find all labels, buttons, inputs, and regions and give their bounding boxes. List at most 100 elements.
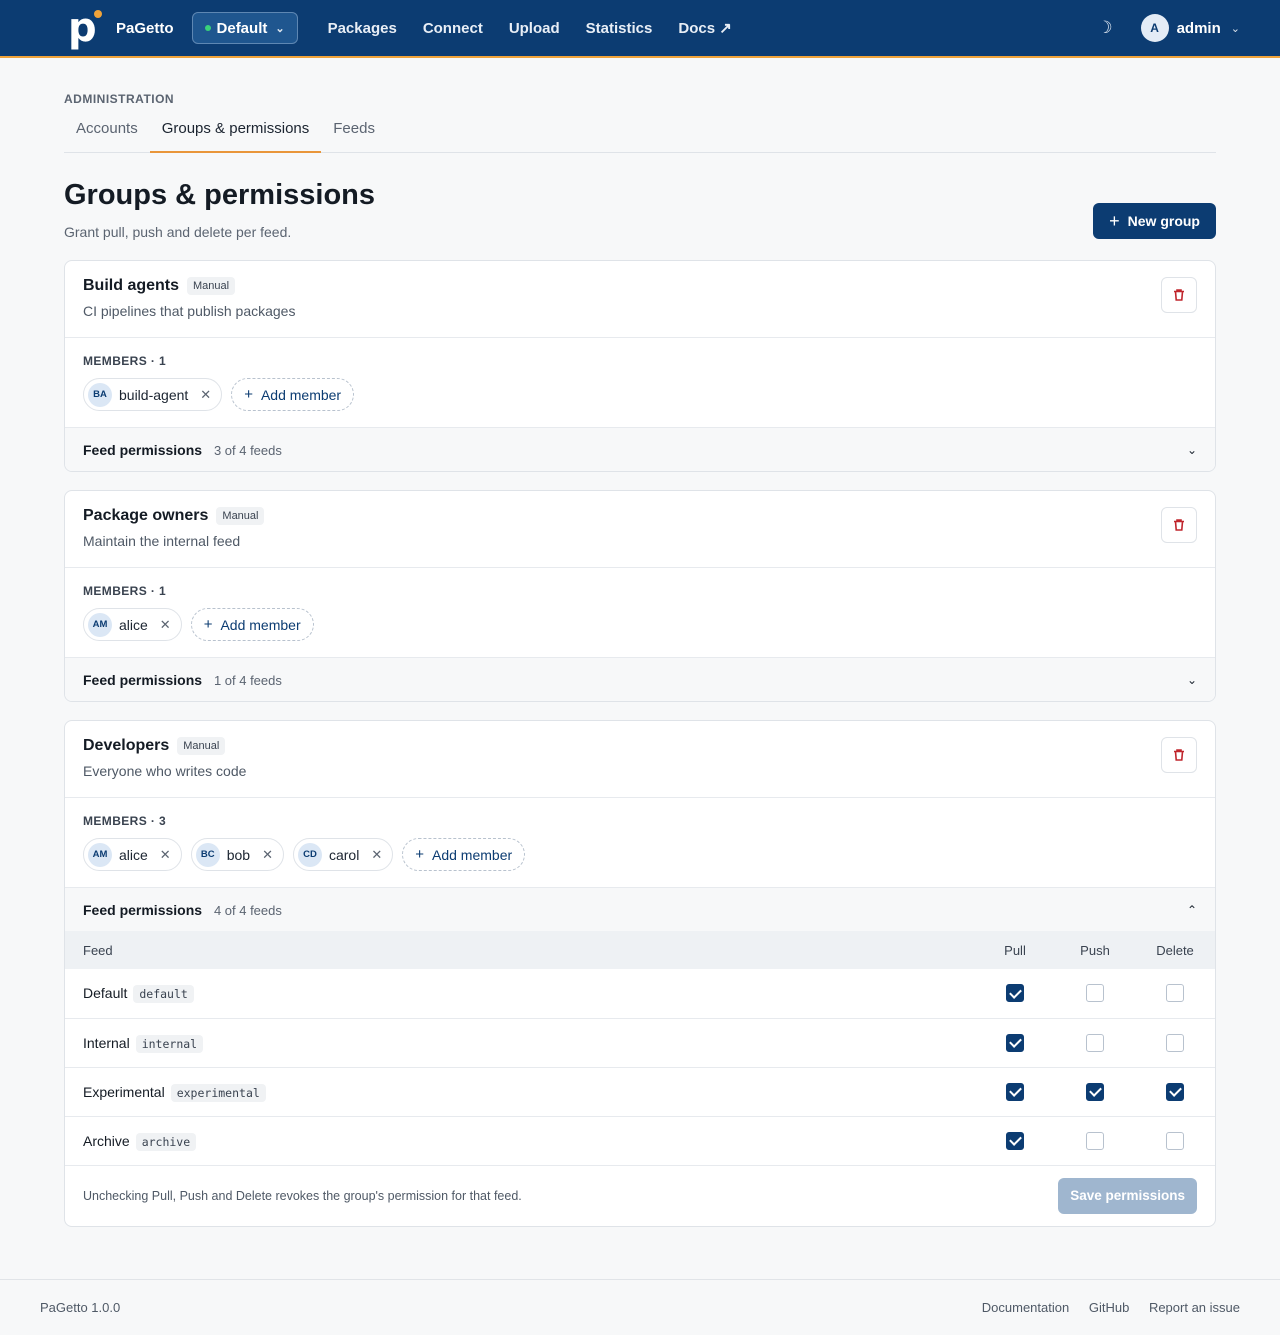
feed-permissions-toggle[interactable]: Feed permissions 3 of 4 feeds ⌄ [65,427,1215,471]
group-name: Build agents [83,277,180,294]
moon-icon[interactable]: ☽ [1097,18,1112,38]
pull-cell [975,1067,1055,1116]
delete-group-button[interactable] [1161,507,1197,543]
member-name: bob [226,846,251,863]
status-dot-icon [204,25,211,31]
add-member-label: Add member [260,386,342,403]
delete-checkbox[interactable] [1166,1082,1184,1101]
member-avatar: AM [88,842,112,867]
feed-cell: Internal internal [65,1018,975,1067]
save-permissions-button[interactable]: Save permissions [1058,1177,1197,1214]
delete-group-button[interactable] [1161,737,1197,773]
pull-checkbox[interactable] [1006,984,1024,1003]
feed-cell: Archive archive [65,1116,975,1165]
feed-slug: internal [135,1034,204,1053]
page-subtitle: Grant pull, push and delete per feed. [64,224,292,240]
new-group-button[interactable]: + New group [1093,203,1216,239]
footer-link-report-issue[interactable]: Report an issue [1149,1300,1240,1315]
feed-permissions-toggle[interactable]: Feed permissions 1 of 4 feeds ⌄ [65,657,1215,701]
brand-name[interactable]: PaGetto [116,20,174,37]
remove-member-icon[interactable]: ✕ [200,387,211,403]
delete-cell [1135,1067,1215,1116]
push-cell [1055,1116,1135,1165]
chevron-up-icon: ⌃ [1186,902,1197,917]
delete-checkbox[interactable] [1166,984,1184,1003]
feed-permissions-count: 3 of 4 feeds [213,442,282,458]
member-name: build-agent [119,386,189,403]
user-menu[interactable]: A admin ⌄ [1140,14,1240,42]
nav-packages[interactable]: Packages [328,20,397,37]
col-feed-header: Feed [83,942,113,958]
chevron-down-icon: ⌄ [1230,22,1240,35]
delete-cell [1135,969,1215,1018]
nav-docs[interactable]: Docs ↗ [678,19,731,37]
tab-feeds[interactable]: Feeds [321,120,387,152]
chevron-down-icon: ⌄ [1186,442,1197,457]
nav-connect[interactable]: Connect [423,20,483,37]
pull-checkbox[interactable] [1006,1131,1024,1150]
push-checkbox[interactable] [1086,1033,1104,1052]
member-chip: CD carol ✕ [292,838,394,871]
trash-icon [1174,519,1184,531]
group-card: Package owners Manual Maintain the inter… [64,490,1216,702]
permissions-hint: Unchecking Pull, Push and Delete revokes… [83,1188,522,1203]
plus-icon: + [244,386,253,403]
member-name: carol [328,846,360,863]
group-type-badge: Manual [216,507,265,525]
tab-accounts[interactable]: Accounts [64,120,150,152]
table-row: Default default [65,969,1215,1018]
delete-checkbox[interactable] [1166,1033,1184,1052]
delete-cell [1135,1018,1215,1067]
page-title: Groups & permissions [64,179,376,211]
push-checkbox[interactable] [1086,984,1104,1003]
group-card: Build agents Manual CI pipelines that pu… [64,260,1216,472]
group-header: Package owners Manual Maintain the inter… [65,491,1215,568]
remove-member-icon[interactable]: ✕ [160,847,171,863]
feed-switcher-label: Default [216,19,268,37]
member-name: alice [119,846,148,863]
member-avatar: BC [195,842,220,867]
pagetto-logo[interactable]: p [68,8,102,48]
group-description: Everyone who writes code [83,763,247,779]
delete-checkbox[interactable] [1166,1131,1184,1150]
remove-member-icon[interactable]: ✕ [371,847,382,863]
tab-groups-permissions[interactable]: Groups & permissions [149,120,322,153]
add-member-button[interactable]: + Add member [190,608,314,641]
feed-name: Archive [83,1132,130,1149]
delete-group-button[interactable] [1161,277,1197,313]
nav-statistics[interactable]: Statistics [586,20,653,37]
member-avatar: BA [88,382,112,407]
permissions-footer: Unchecking Pull, Push and Delete revokes… [65,1166,1215,1226]
push-checkbox[interactable] [1086,1131,1104,1150]
pull-checkbox[interactable] [1006,1082,1024,1101]
pull-cell [975,969,1055,1018]
main-content: ADMINISTRATION Accounts Groups & permiss… [64,58,1216,1227]
trash-icon [1174,289,1184,301]
group-name: Developers [83,737,170,754]
feed-slug: archive [135,1132,197,1151]
avatar: A [1140,14,1169,42]
group-type-badge: Manual [177,737,226,755]
group-header: Build agents Manual CI pipelines that pu… [65,261,1215,338]
feed-permissions-toggle[interactable]: Feed permissions 4 of 4 feeds ⌃ [65,887,1215,931]
feed-permissions-title: Feed permissions [83,441,203,458]
remove-member-icon[interactable]: ✕ [262,847,273,863]
footer-link-documentation[interactable]: Documentation [982,1300,1069,1315]
add-member-button[interactable]: + Add member [402,838,526,871]
add-member-button[interactable]: + Add member [231,378,355,411]
group-description: CI pipelines that publish packages [83,303,296,319]
member-avatar: AM [88,612,112,637]
logo-letter: p [68,5,97,51]
pull-checkbox[interactable] [1006,1033,1024,1052]
footer-link-github[interactable]: GitHub [1089,1300,1129,1315]
remove-member-icon[interactable]: ✕ [160,617,171,633]
group-header: Developers Manual Everyone who writes co… [65,721,1215,798]
section-label: ADMINISTRATION [64,92,175,106]
feed-slug: default [133,985,194,1004]
nav-upload[interactable]: Upload [509,20,560,37]
logo-dot [94,10,102,18]
feed-switcher[interactable]: Default ⌄ [191,12,298,44]
admin-tabs: Accounts Groups & permissions Feeds [64,120,1216,153]
push-checkbox[interactable] [1086,1082,1104,1101]
feed-name: Internal [83,1034,130,1051]
